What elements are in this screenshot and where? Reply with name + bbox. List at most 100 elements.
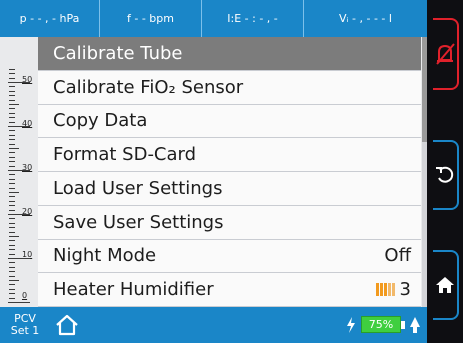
scale-tick (9, 284, 15, 286)
scale-tick (9, 108, 15, 110)
rotate-button[interactable] (427, 140, 463, 210)
scale-tick (9, 275, 15, 277)
scale-tick (9, 183, 15, 185)
scale-tick (9, 178, 15, 180)
menu-item-heater-humidifier[interactable]: Heater Humidifier 3 (38, 273, 421, 307)
scale-tick (9, 205, 15, 207)
alarm-mute-button[interactable] (427, 18, 463, 90)
scale-tick (9, 240, 15, 242)
scale-tick (9, 121, 15, 123)
scale-tick (9, 187, 15, 189)
menu-item-copy-data[interactable]: Copy Data (38, 104, 421, 139)
power-status: 75% (346, 316, 421, 333)
humidifier-level-bars (375, 283, 396, 297)
volume-text: Vᵢ - , - - - l (339, 12, 392, 25)
scale-tick (9, 134, 15, 136)
power-plug-icon (410, 316, 420, 333)
frequency-readout: f - - bpm (100, 0, 202, 37)
scale-tick (9, 297, 15, 299)
scale-tick (9, 77, 15, 79)
scale-tick (9, 192, 19, 193)
mode-set: Set 1 (10, 324, 40, 337)
scale-tick (9, 236, 19, 237)
scale-tick (9, 156, 15, 158)
pressure-readout: p - - , - hPa (0, 0, 100, 37)
scale-label: 0 (22, 291, 28, 300)
screen: p - - , - hPa f - - bpm I:E - : - , - Vᵢ… (0, 0, 427, 343)
scale-tick (9, 68, 15, 70)
scale-tick (9, 117, 15, 119)
humidifier-bar (387, 283, 391, 297)
rotate-icon (436, 166, 454, 183)
menu-item-calibrate-fio2-sensor[interactable]: Calibrate FiO₂ Sensor (38, 70, 421, 105)
ie-ratio-readout: I:E - : - , - (202, 0, 304, 37)
scale-tick (9, 227, 15, 229)
scale-tick (8, 214, 30, 215)
battery-icon: 75% (361, 316, 401, 333)
scale-tick (8, 170, 30, 171)
frequency-text: f - - bpm (127, 12, 174, 25)
humidifier-bar (383, 283, 387, 297)
night-mode-value: Off (384, 245, 411, 267)
menu-item-label: Load User Settings (53, 177, 223, 199)
scale-tick (8, 126, 30, 127)
scale-tick (9, 174, 15, 176)
side-button-panel (427, 0, 463, 343)
menu-item-save-user-settings[interactable]: Save User Settings (38, 205, 421, 240)
humidifier-bar (375, 283, 379, 297)
scale-tick (9, 200, 15, 202)
volume-readout: Vᵢ - , - - - l (304, 0, 427, 37)
pressure-text: p - - , - hPa (19, 12, 80, 25)
scale-tick (9, 244, 15, 246)
scale-tick (8, 82, 30, 83)
humidifier-value: 3 (375, 279, 411, 300)
scale-tick (9, 218, 15, 220)
battery-percent: 75% (368, 318, 394, 331)
scale-tick (9, 104, 19, 105)
menu-item-load-user-settings[interactable]: Load User Settings (38, 172, 421, 206)
menu-item-night-mode[interactable]: Night Mode Off (38, 239, 421, 274)
scale-tick (8, 258, 30, 259)
scale-tick (8, 302, 30, 303)
scale-tick (9, 99, 15, 101)
scale-tick (9, 95, 15, 97)
charging-bolt-icon (347, 316, 355, 333)
ventilation-mode[interactable]: PCV Set 1 (5, 308, 45, 342)
scale-tick (9, 293, 15, 295)
menu-item-format-sd-card[interactable]: Format SD-Card (38, 138, 421, 172)
scale-tick (9, 165, 15, 167)
battery-cap (401, 320, 405, 329)
scale-tick (9, 143, 15, 145)
home-button[interactable] (427, 250, 463, 320)
scale-tick (9, 222, 15, 224)
scale-tick (9, 86, 15, 88)
scale-tick (9, 90, 15, 92)
scale-tick (9, 266, 15, 268)
menu-item-label: Calibrate FiO₂ Sensor (53, 76, 244, 98)
menu-item-label: Night Mode (53, 245, 157, 267)
scale-tick (9, 148, 19, 149)
menu-item-label: Copy Data (53, 110, 148, 132)
pressure-scale: 50 40 30 20 10 0 (0, 37, 38, 307)
scale-tick (9, 231, 15, 233)
home-outline-icon[interactable] (54, 312, 80, 338)
settings-menu: Calibrate Tube Calibrate FiO₂ Sensor Cop… (38, 37, 421, 307)
menu-item-label: Format SD-Card (53, 144, 197, 166)
ie-ratio-text: I:E - : - , - (227, 12, 278, 25)
scale-tick (9, 280, 19, 281)
menu-item-calibrate-tube[interactable]: Calibrate Tube (38, 37, 421, 71)
scale-tick (9, 196, 15, 198)
status-bar: p - - , - hPa f - - bpm I:E - : - , - Vᵢ… (0, 0, 427, 37)
alarm-mute-icon (436, 43, 455, 65)
menu-item-label: Heater Humidifier (53, 279, 214, 301)
humidifier-bar (379, 283, 383, 297)
scale-tick (9, 161, 15, 163)
menu-item-label: Save User Settings (53, 211, 224, 233)
scale-tick (9, 139, 15, 141)
scale-tick (9, 209, 15, 211)
scale-tick (9, 271, 15, 273)
scale-tick (9, 112, 15, 114)
home-icon (436, 277, 454, 293)
humidifier-bar (391, 283, 395, 297)
scale-tick (9, 152, 15, 154)
